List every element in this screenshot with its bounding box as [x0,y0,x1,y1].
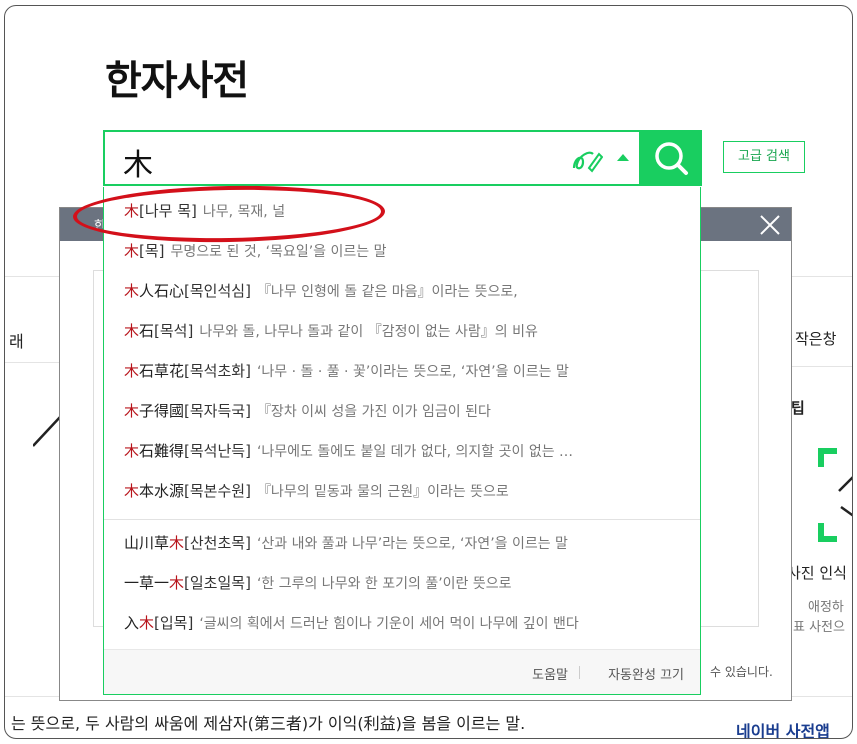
autocomplete-dropdown: 木[나무 목] 나무, 목재, 널 木[목] 무명으로 된 것, ‘목요일’을 이르… [103,187,701,695]
item-hanja-match: 木 [124,482,140,500]
autocomplete-item[interactable]: 木本水源[목본수원] 『나무의 밑동과 물의 근원』이라는 뜻으로 [124,477,684,505]
item-hanja-prefix: 山川草 [124,534,170,552]
autocomplete-item[interactable]: 木石[목석] 나무와 돌, 나무나 돌과 같이 『감정이 없는 사람』의 비유 [124,317,684,345]
background-sentence: 는 뜻으로, 두 사람의 싸움에 제삼자(第三者)가 이익(利益)을 봄을 이르… [11,714,526,733]
item-reading: [입목] [154,614,194,632]
item-reading: [목본수원] [184,482,251,500]
item-hanja-match: 木 [124,322,140,340]
item-hanja-match: 木 [124,242,140,260]
item-hanja-suffix: 人石心 [139,282,185,300]
item-meaning: 『장차 이씨 성을 가진 이가 임금이 된다 [256,404,491,420]
help-link[interactable]: 도움말 [532,664,568,683]
autocomplete-item[interactable]: 木人石心[목인석심] 『나무 인형에 돌 같은 마음』이라는 뜻으로, [124,277,684,305]
item-reading: [목석난득] [184,442,251,460]
autocomplete-item[interactable]: 木石草花[목석초화] ‘나무 · 돌 · 풀 · 꽃’이라는 뜻으로, ‘자연’을… [124,357,684,385]
item-reading: [목석] [154,322,194,340]
search-input[interactable]: 木 [123,140,153,184]
autocomplete-toggle-icon[interactable] [617,154,629,161]
item-meaning: ‘나무 · 돌 · 풀 · 꽃’이라는 뜻으로, ‘자연’을 이르는 말 [256,364,569,380]
handwriting-input-icon[interactable] [571,144,603,174]
tip-subtext: 표 사전으 [793,620,845,635]
item-reading: [목자득국] [184,402,251,420]
item-hanja-suffix: 子得國 [139,402,185,420]
item-reading: [목석초화] [184,362,251,380]
autocomplete-divider [104,519,700,520]
item-meaning: ‘산과 내와 풀과 나무’라는 뜻으로, ‘자연’을 이르는 말 [256,536,568,552]
item-hanja-match: 木 [124,442,140,460]
item-hanja-suffix: 石難得 [139,442,185,460]
close-icon[interactable] [759,214,781,236]
item-hanja-match: 木 [124,282,140,300]
item-meaning: ‘나무에도 돌에도 붙일 데가 없다, 의지할 곳이 없는 … [256,444,574,460]
item-hanja-suffix: 本水源 [139,482,185,500]
item-hanja-match: 木 [169,534,185,552]
item-hanja-match: 木 [124,362,140,380]
search-button[interactable] [641,130,702,186]
autocomplete-item[interactable]: 入木[입목] ‘글씨의 획에서 드러난 힘이나 기운이 세어 먹이 나무에 깊이 … [124,609,684,637]
item-meaning: 무명으로 된 것, ‘목요일’을 이르는 말 [170,244,387,260]
tip-subtext: 애정하 [808,600,844,615]
footer-separator [579,666,580,679]
item-hanja-suffix: 石草花 [139,362,185,380]
search-box[interactable]: 木 [103,130,641,186]
item-meaning: ‘한 그루의 나무와 한 포기의 풀’이란 뜻으로 [256,576,512,592]
autocomplete-item[interactable]: 一草一木[일초일목] ‘한 그루의 나무와 한 포기의 풀’이란 뜻으로 [124,569,684,597]
browser-frame: 한자사전 래 작은창 팁 사진 인식 애정하 표 사전으 는 뜻으로, 두 사람… [4,5,853,739]
photo-scan-label: 사진 인식 [787,564,847,582]
item-meaning: 『나무의 밑동과 물의 근원』이라는 뜻으로 [256,484,509,500]
item-meaning: ‘글씨의 획에서 드러난 힘이나 기운이 세어 먹이 나무에 깊이 밴다 [199,616,579,632]
item-meaning: 나무, 목재, 널 [202,204,286,220]
popup-footnote: 수 있습니다. [710,665,773,679]
item-hanja-prefix: 入 [124,614,140,632]
autocomplete-item[interactable]: 木[나무 목] 나무, 목재, 널 [124,197,684,225]
item-meaning: 『나무 인형에 돌 같은 마음』이라는 뜻으로, [256,284,518,300]
small-window-link[interactable]: 작은창 [795,328,836,349]
autocomplete-item[interactable]: 木[목] 무명으로 된 것, ‘목요일’을 이르는 말 [124,237,684,265]
item-reading: [목] [139,242,165,260]
autocomplete-item[interactable]: 木石難得[목석난득] ‘나무에도 돌에도 붙일 데가 없다, 의지할 곳이 없는 … [124,437,684,465]
naver-app-link[interactable]: 네이버 사전앱 [736,718,830,738]
divider [791,366,852,367]
autocomplete-item[interactable]: 山川草木[산천초목] ‘산과 내와 풀과 나무’라는 뜻으로, ‘자연’을 이르는… [124,529,684,557]
item-meaning: 나무와 돌, 나무나 돌과 같이 『감정이 없는 사람』의 비유 [199,324,538,340]
item-hanja-match: 木 [169,574,185,592]
autocomplete-off-link[interactable]: 자동완성 끄기 [608,664,684,683]
item-hanja-prefix: 一草一 [124,574,170,592]
autocomplete-item[interactable]: 木子得國[목자득국] 『장차 이씨 성을 가진 이가 임금이 된다 [124,397,684,425]
item-hanja-match: 木 [124,202,140,220]
item-hanja-match: 木 [139,614,155,632]
advanced-search-button[interactable]: 고급 검색 [723,141,805,173]
item-reading: [일초일목] [184,574,251,592]
autocomplete-footer: 도움말 자동완성 끄기 [104,649,700,694]
photo-scan-icon [818,448,852,542]
item-reading: [나무 목] [139,202,197,220]
search-icon [655,142,688,175]
item-hanja-match: 木 [124,402,140,420]
background-text: 래 [9,332,24,351]
item-hanja-suffix: 石 [139,322,155,340]
item-reading: [목인석심] [184,282,251,300]
page-title: 한자사전 [105,58,249,104]
tip-heading: 팁 [791,399,805,417]
item-reading: [산천초목] [184,534,251,552]
